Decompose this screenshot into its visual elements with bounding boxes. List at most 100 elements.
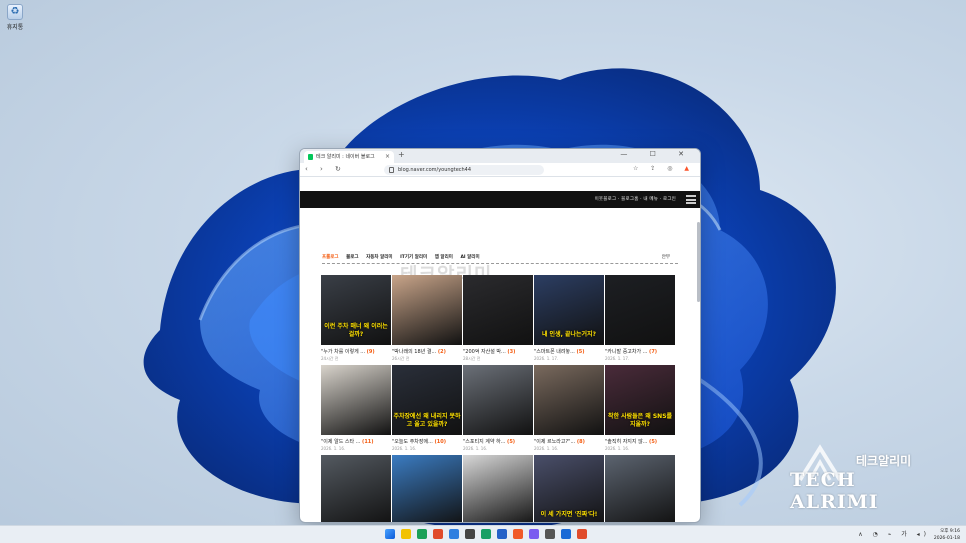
comment-count: (11) [362, 439, 374, 445]
post-thumbnail[interactable] [534, 365, 604, 435]
comment-count: (8) [576, 439, 585, 445]
post-title[interactable]: "오늘도 주차장에... (10) [392, 438, 462, 445]
thumbnail-caption: 착한 사람들은 왜 SNS를 지울까? [607, 413, 673, 428]
extension-icons[interactable]: ☆ ⇪ ◎ ▲ [633, 165, 694, 172]
post-thumbnail[interactable]: 내 인생, 끝나는거지? [534, 275, 604, 345]
tab-close-icon[interactable]: × [385, 151, 390, 163]
post-title[interactable]: "박나래의 18년 결... (2) [392, 348, 462, 355]
clock-date: 2026-01-18 [933, 536, 960, 541]
post-title[interactable]: "스포티지 계약 하... (5) [463, 438, 533, 445]
post-thumbnail[interactable]: 이런 주차 매너 왜 이러는 걸까? [321, 275, 391, 345]
post-thumbnail[interactable]: 주차장에선 왜 내리지 못하고 울고 있을까? [392, 365, 462, 435]
post-card[interactable]: "카니발 중고차가 ... (7) 2026. 1. 17. [605, 275, 675, 361]
post-card[interactable]: 내 인생, 끝나는거지? "스마트폰 내려놓... (5) 2026. 1. 17. [534, 275, 604, 361]
post-card[interactable]: "하나 배뇨가 바다 ... (9)2026. 1. 16. [463, 455, 533, 522]
post-card[interactable]: "국산의 가격비교... (9)2026. 1. 16. [605, 455, 675, 522]
post-title[interactable]: "이제 르노라고?"... (8) [534, 438, 604, 445]
post-thumbnail[interactable] [392, 275, 462, 345]
browser-tab[interactable]: 테크 알리미 : 네이버 블로그 × [304, 151, 394, 163]
browser-window[interactable]: 테크 알리미 : 네이버 블로그 × + — ☐ ✕ ‹ › ↻ blog.na… [299, 148, 701, 523]
comment-count: (3) [507, 349, 516, 355]
post-title[interactable]: "카니발 중고차가 ... (7) [605, 348, 675, 355]
post-title[interactable]: "이제 알드 스타 ... (11) [321, 438, 391, 445]
post-title[interactable]: "누가 차를 이렇게 ... (9) [321, 348, 391, 355]
recycle-bin-desktop-icon[interactable]: ♻ 휴지통 [3, 4, 27, 31]
taskbar-app-icon[interactable] [513, 529, 523, 539]
url-input[interactable]: blog.naver.com/youngtech44 [384, 165, 544, 175]
post-thumbnail[interactable] [463, 365, 533, 435]
post-thumbnail[interactable]: 이 세 가지면 '진짜'다! [534, 455, 604, 522]
taskbar-app-icon[interactable] [561, 529, 571, 539]
category-item[interactable]: 프롤로그 [322, 255, 339, 260]
navigation-buttons[interactable]: ‹ › ↻ [305, 165, 346, 173]
post-date: 2026. 1. 17. [605, 356, 630, 361]
taskbar-app-icon[interactable] [449, 529, 459, 539]
taskbar-app-icon[interactable] [529, 529, 539, 539]
post-thumbnail[interactable] [463, 275, 533, 345]
naver-favicon-icon [308, 154, 313, 160]
post-date: 2026. 1. 17. [534, 356, 559, 361]
taskbar-app-icon[interactable] [497, 529, 507, 539]
post-thumbnail[interactable] [463, 455, 533, 522]
post-title[interactable]: "솔직히 자지지 않... (5) [605, 438, 675, 445]
post-date: 24시간 전 [321, 356, 339, 361]
taskbar-app-icon[interactable] [433, 529, 443, 539]
category-item[interactable]: 자동차 알리미 [366, 255, 392, 260]
thumbnail-caption: 주차장에선 왜 내리지 못하고 울고 있을까? [393, 413, 461, 428]
tab-title: 테크 알리미 : 네이버 블로그 [316, 154, 375, 160]
post-card[interactable]: "모델3 롱레인지 ... (10)2026. 1. 16. [321, 455, 391, 522]
lock-icon [389, 167, 394, 173]
post-card[interactable]: "이제 알드 스타 ... (11) 2026. 1. 16. [321, 365, 391, 451]
taskbar-app-icon[interactable] [401, 529, 411, 539]
post-title[interactable]: "200억 자산설 박... (3) [463, 348, 533, 355]
taskbar-app-icon[interactable] [417, 529, 427, 539]
category-item[interactable]: 앱 알리미 [435, 255, 453, 260]
taskbar-app-icon[interactable] [577, 529, 587, 539]
post-card[interactable]: "이제 르노라고?"... (8) 2026. 1. 16. [534, 365, 604, 451]
post-thumbnail[interactable]: 착한 사람들은 왜 SNS를 지울까? [605, 365, 675, 435]
brave-rewards-icon[interactable]: ▲ [684, 165, 694, 172]
clock[interactable]: 오후 9:16 2026-01-18 [934, 528, 960, 542]
start-button-icon[interactable] [385, 529, 395, 539]
post-date: 2026. 1. 16. [392, 446, 417, 451]
address-bar-row: ‹ › ↻ blog.naver.com/youngtech44 ☆ ⇪ ◎ ▲ [300, 163, 700, 177]
taskbar-app-icon[interactable] [545, 529, 555, 539]
post-date: 2026. 1. 16. [463, 446, 488, 451]
post-card[interactable]: "스포티지 계약 하... (5) 2026. 1. 16. [463, 365, 533, 451]
comment-count: (5) [576, 349, 585, 355]
post-thumbnail[interactable] [605, 455, 675, 522]
post-card[interactable]: 착한 사람들은 왜 SNS를 지울까? "솔직히 자지지 않... (5) 2026… [605, 365, 675, 451]
menu-icon[interactable] [686, 195, 696, 204]
category-item[interactable]: IT기기 알리미 [400, 255, 427, 260]
brand-english: TECH ALRIMI [790, 469, 879, 513]
tech-alrimi-watermark: 테크알리미 TECH ALRIMI [790, 444, 940, 513]
tab-bar: 테크 알리미 : 네이버 블로그 × + — ☐ ✕ [300, 149, 700, 163]
post-card[interactable]: "200억 자산설 박... (3) 28시간 전 [463, 275, 533, 362]
post-date: 2026. 1. 16. [321, 446, 346, 451]
post-thumbnail[interactable] [321, 455, 391, 522]
post-card[interactable]: "250억 대 자산가... (9)2026. 1. 16. [392, 455, 462, 522]
category-item[interactable]: AI 알리미 [460, 255, 479, 260]
post-title[interactable]: "스마트폰 내려놓... (5) [534, 348, 604, 355]
post-card[interactable]: "박나래의 18년 결... (2) 26시간 전 [392, 275, 462, 362]
taskbar-app-icon[interactable] [481, 529, 491, 539]
post-thumbnail[interactable] [392, 455, 462, 522]
category-item[interactable]: 블로그 [346, 255, 358, 260]
post-thumbnail[interactable] [605, 275, 675, 345]
window-controls[interactable]: — ☐ ✕ [620, 150, 694, 158]
post-card[interactable]: 이런 주차 매너 왜 이러는 걸까? "누가 차를 이렇게 ... (9) 24시간… [321, 275, 391, 362]
taskbar-app-icon[interactable] [465, 529, 475, 539]
post-date: 28시간 전 [463, 356, 481, 361]
blog-top-links[interactable]: 이웃블로그 · 블로그홈 · 내 메뉴 · 로그인 [595, 196, 676, 202]
post-card[interactable]: 주차장에선 왜 내리지 못하고 울고 있을까? "오늘도 주차장에... (10)… [392, 365, 462, 451]
brand-korean: 테크알리미 [856, 454, 912, 468]
clock-time: 오후 9:16 [940, 529, 960, 534]
guestbook-link[interactable]: 안부 [662, 254, 670, 260]
post-thumbnail[interactable] [321, 365, 391, 435]
scrollbar-thumb[interactable] [697, 222, 700, 302]
post-date: 26시간 전 [392, 356, 410, 361]
system-tray[interactable]: ∧ ◔ ⌁ 가 ◂) [858, 529, 930, 538]
post-card[interactable]: 이 세 가지면 '진짜'다!"결혼커플 가는 역... (8)2026. 1. … [534, 455, 604, 522]
recycle-bin-label: 휴지통 [6, 24, 24, 31]
new-tab-button[interactable]: + [398, 150, 405, 159]
